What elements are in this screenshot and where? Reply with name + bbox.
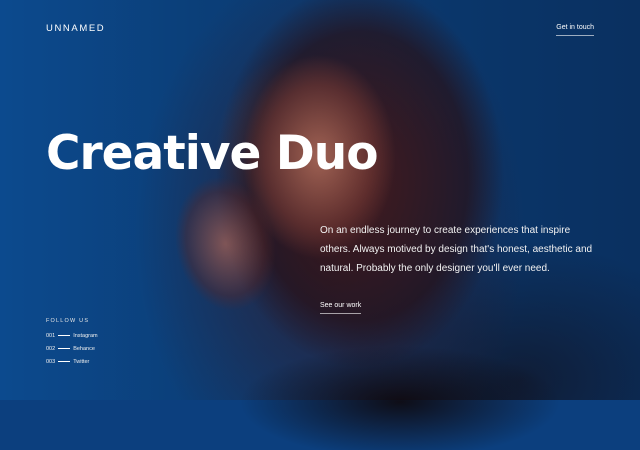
social-number: 003 bbox=[46, 359, 56, 365]
site-logo[interactable]: UNNAMED bbox=[46, 23, 105, 34]
dash-divider bbox=[58, 348, 71, 350]
social-links: FOLLOW US 001 Instagram 002 Behance 003 Twi… bbox=[46, 318, 98, 372]
social-link-instagram[interactable]: 001 Instagram bbox=[46, 333, 98, 339]
social-name: Instagram bbox=[73, 333, 98, 339]
follow-us-label: FOLLOW US bbox=[46, 318, 90, 324]
social-number: 001 bbox=[46, 333, 56, 339]
get-in-touch-link[interactable]: Get in touch bbox=[556, 24, 594, 36]
dash-divider bbox=[58, 335, 71, 337]
social-name: Behance bbox=[73, 346, 95, 352]
see-our-work-link[interactable]: See our work bbox=[320, 302, 362, 314]
hero-title: Creative Duo bbox=[46, 126, 378, 181]
dash-divider bbox=[58, 361, 71, 363]
hero-description: On an endless journey to create experien… bbox=[320, 225, 593, 274]
social-name: Twitter bbox=[73, 359, 90, 365]
social-link-behance[interactable]: 002 Behance bbox=[46, 346, 98, 352]
social-link-twitter[interactable]: 003 Twitter bbox=[46, 359, 98, 365]
social-number: 002 bbox=[46, 346, 56, 352]
